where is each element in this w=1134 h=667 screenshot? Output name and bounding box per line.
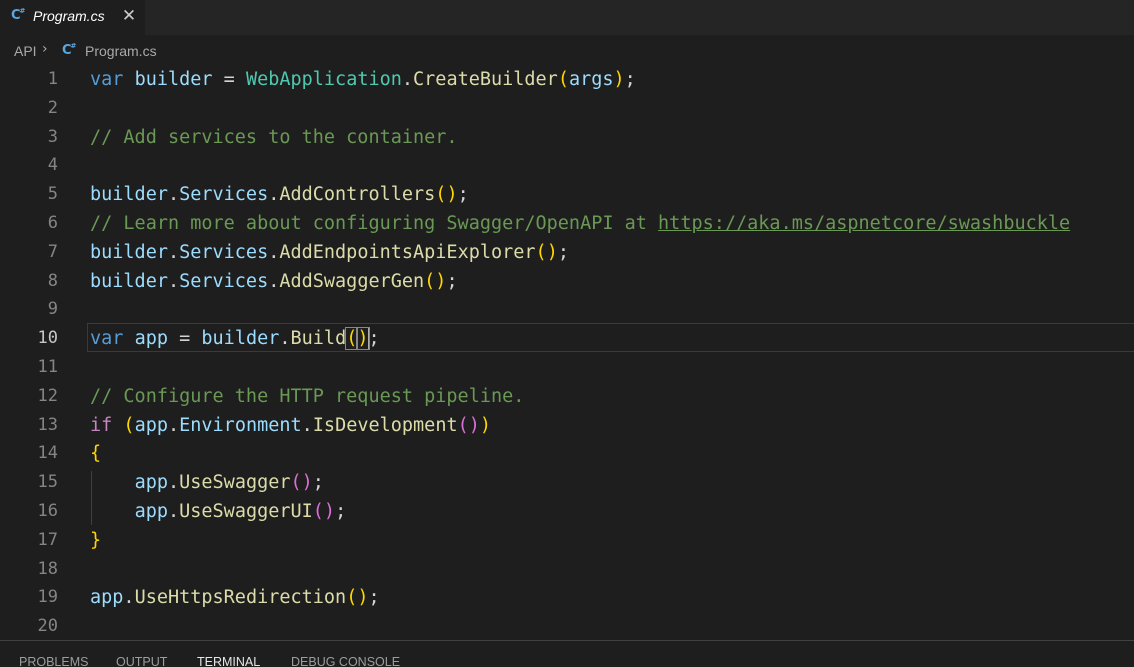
- csharp-file-icon: C#: [62, 42, 76, 58]
- tab-terminal[interactable]: TERMINAL: [197, 655, 260, 667]
- bottom-panel: PROBLEMS OUTPUT TERMINAL DEBUG CONSOLE: [0, 640, 1134, 667]
- code-text[interactable]: }: [90, 526, 101, 555]
- line-number: 16: [37, 501, 58, 521]
- code-line[interactable]: 9: [0, 295, 1134, 324]
- tab-label: Program.cs: [33, 8, 105, 24]
- code-text[interactable]: var app = builder.Build();: [90, 324, 380, 353]
- code-editor[interactable]: 1 var builder = WebApplication.CreateBuil…: [0, 65, 1134, 640]
- code-line[interactable]: 10 var app = builder.Build();: [0, 324, 1134, 353]
- code-line[interactable]: 18: [0, 555, 1134, 584]
- code-text[interactable]: {: [90, 439, 101, 468]
- line-number: 6: [47, 213, 58, 233]
- code-line[interactable]: 11: [0, 353, 1134, 382]
- code-text[interactable]: app.UseSwaggerUI();: [90, 497, 347, 526]
- code-line[interactable]: 4: [0, 151, 1134, 180]
- code-line[interactable]: 6 // Learn more about configuring Swagger…: [0, 209, 1134, 238]
- line-number: 13: [37, 414, 58, 435]
- code-line[interactable]: 15 app.UseSwagger();: [0, 468, 1134, 497]
- tab-program-cs[interactable]: C# Program.cs ✕: [0, 0, 145, 35]
- code-text[interactable]: builder.Services.AddSwaggerGen();: [90, 267, 458, 296]
- tab-debug-console[interactable]: DEBUG CONSOLE: [291, 655, 400, 667]
- code-line[interactable]: 2: [0, 94, 1134, 123]
- line-number: 10: [37, 328, 58, 349]
- line-number: 19: [37, 587, 58, 608]
- line-number: 11: [37, 357, 58, 377]
- code-line[interactable]: 3 // Add services to the container.: [0, 123, 1134, 152]
- line-number: 14: [37, 443, 58, 464]
- line-number: 8: [47, 270, 58, 291]
- line-number: 5: [47, 184, 58, 205]
- tab-problems[interactable]: PROBLEMS: [19, 655, 88, 667]
- line-number: 3: [47, 126, 58, 147]
- close-icon[interactable]: ✕: [120, 5, 138, 27]
- breadcrumb-folder-api[interactable]: API: [14, 43, 37, 59]
- line-number: 18: [37, 558, 58, 579]
- csharp-file-icon: C#: [11, 7, 25, 23]
- code-line[interactable]: 19 app.UseHttpsRedirection();: [0, 583, 1134, 612]
- code-line[interactable]: 1 var builder = WebApplication.CreateBuil…: [0, 65, 1134, 94]
- breadcrumb-file[interactable]: Program.cs: [85, 43, 157, 59]
- code-text[interactable]: var builder = WebApplication.CreateBuild…: [90, 65, 636, 94]
- code-text[interactable]: // Learn more about configuring Swagger/…: [90, 209, 1070, 238]
- line-number: 4: [47, 155, 58, 176]
- code-text[interactable]: app.UseHttpsRedirection();: [90, 583, 380, 612]
- code-line[interactable]: 16 app.UseSwaggerUI();: [0, 497, 1134, 526]
- line-number: 1: [47, 69, 58, 89]
- code-line[interactable]: 13 if (app.Environment.IsDevelopment()): [0, 411, 1134, 440]
- line-number: 20: [37, 616, 58, 637]
- line-number: 15: [37, 472, 58, 493]
- code-text[interactable]: // Configure the HTTP request pipeline.: [90, 382, 524, 411]
- code-text[interactable]: app.UseSwagger();: [90, 468, 324, 497]
- code-text[interactable]: // Add services to the container.: [90, 123, 458, 152]
- code-text[interactable]: builder.Services.AddControllers();: [90, 180, 469, 209]
- vscode-window: C# Program.cs ✕ API › C# Program.cs 1 var…: [0, 0, 1134, 667]
- line-number: 12: [37, 385, 58, 406]
- code-line[interactable]: 7 builder.Services.AddEndpointsApiExplore…: [0, 238, 1134, 267]
- code-text[interactable]: builder.Services.AddEndpointsApiExplorer…: [90, 238, 569, 267]
- code-line[interactable]: 12 // Configure the HTTP request pipeline…: [0, 382, 1134, 411]
- chevron-right-icon: ›: [42, 41, 48, 57]
- line-number: 2: [47, 97, 58, 118]
- code-line[interactable]: 14 {: [0, 439, 1134, 468]
- code-text[interactable]: if (app.Environment.IsDevelopment()): [90, 411, 491, 440]
- line-number: 7: [47, 241, 58, 262]
- breadcrumb: API › C# Program.cs: [0, 35, 1134, 65]
- code-line[interactable]: 5 builder.Services.AddControllers();: [0, 180, 1134, 209]
- editor-tab-bar: C# Program.cs ✕: [0, 0, 1134, 35]
- code-line[interactable]: 8 builder.Services.AddSwaggerGen();: [0, 267, 1134, 296]
- line-number: 17: [37, 529, 58, 550]
- line-number: 9: [47, 299, 58, 320]
- code-line[interactable]: 20: [0, 612, 1134, 640]
- tab-output[interactable]: OUTPUT: [116, 655, 167, 667]
- code-line[interactable]: 17}: [0, 526, 1134, 555]
